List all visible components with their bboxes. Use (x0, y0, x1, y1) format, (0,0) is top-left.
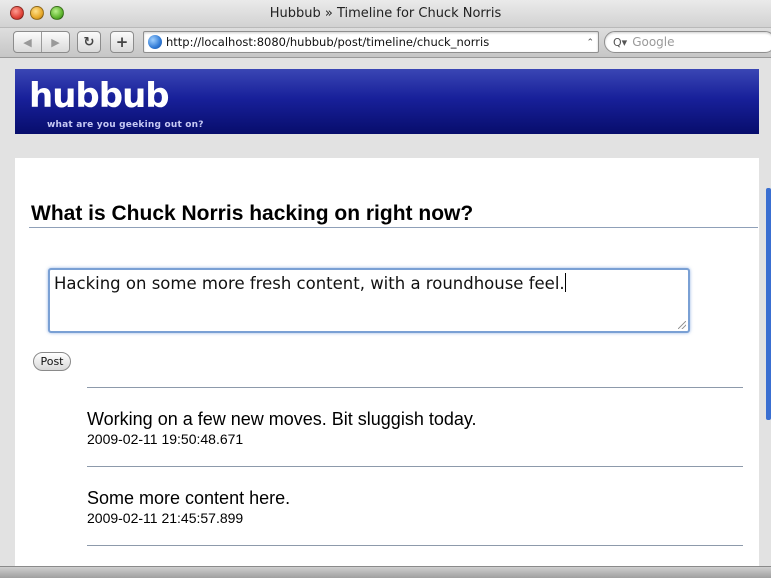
search-field[interactable]: Q▾ Google (604, 31, 771, 53)
globe-icon (148, 35, 162, 49)
forward-arrow-icon[interactable]: ▶ (42, 36, 69, 49)
heading-divider (29, 227, 758, 228)
search-icon[interactable]: Q▾ (613, 36, 627, 49)
site-header-banner: hubbub what are you geeking out on? (15, 69, 759, 134)
post-timestamp: 2009-02-11 21:45:57.899 (87, 510, 244, 526)
window-title: Hubbub » Timeline for Chuck Norris (269, 6, 502, 21)
browser-toolbar: ◀ ▶ ↻ + http://localhost:8080/hubbub/pos… (0, 28, 771, 58)
timeline-divider (87, 545, 743, 546)
window-titlebar: Hubbub » Timeline for Chuck Norris (0, 0, 771, 28)
plus-icon: + (115, 33, 129, 51)
status-textarea[interactable]: Hacking on some more fresh content, with… (48, 268, 690, 333)
content-panel: What is Chuck Norris hacking on right no… (15, 158, 759, 566)
address-bar[interactable]: http://localhost:8080/hubbub/post/timeli… (143, 31, 599, 53)
status-text: Hacking on some more fresh content, with… (54, 274, 565, 293)
post-timestamp: 2009-02-11 19:50:48.671 (87, 431, 244, 447)
timeline-divider (87, 466, 743, 467)
page-viewport: hubbub what are you geeking out on? What… (0, 58, 771, 566)
resize-handle-icon[interactable] (678, 321, 686, 329)
search-placeholder: Google (632, 35, 675, 49)
url-history-icon[interactable]: ⌃ (586, 37, 594, 48)
add-bookmark-button[interactable]: + (110, 31, 134, 53)
window-bottom-bar (0, 566, 771, 578)
back-arrow-icon[interactable]: ◀ (14, 36, 41, 49)
post-button[interactable]: Post (33, 352, 71, 371)
reload-button[interactable]: ↻ (77, 31, 101, 53)
scrollbar[interactable] (766, 188, 771, 420)
address-bar-url[interactable]: http://localhost:8080/hubbub/post/timeli… (166, 35, 489, 49)
site-logo[interactable]: hubbub (29, 79, 170, 113)
page-title: What is Chuck Norris hacking on right no… (31, 202, 474, 225)
text-cursor (564, 273, 566, 292)
post-content: Working on a few new moves. Bit sluggish… (87, 409, 477, 429)
reload-icon: ↻ (83, 34, 95, 50)
timeline-divider (87, 387, 743, 388)
post-content: Some more content here. (87, 488, 291, 508)
back-forward-buttons: ◀ ▶ (13, 31, 70, 53)
site-tagline: what are you geeking out on? (47, 120, 204, 130)
